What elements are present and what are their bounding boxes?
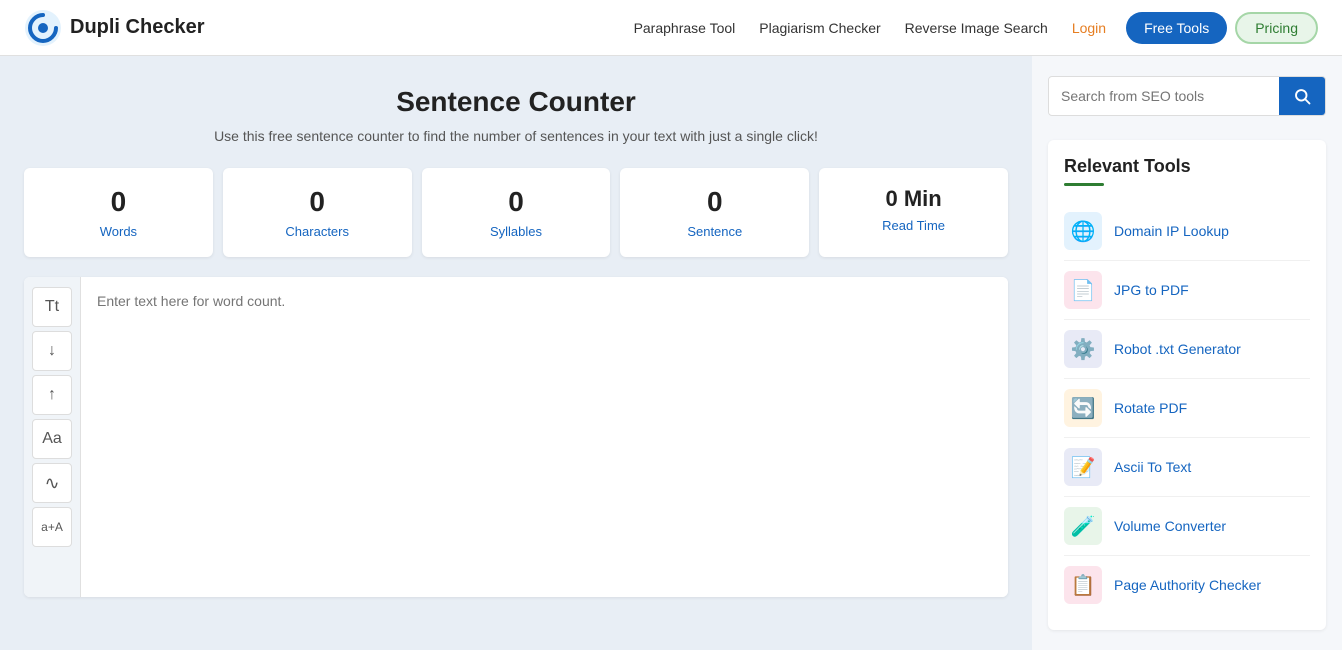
page-authority-checker-tool[interactable]: 📋 Page Authority Checker xyxy=(1064,556,1310,614)
case-button[interactable]: Aa xyxy=(32,419,72,459)
characters-label: Characters xyxy=(233,224,402,239)
search-icon xyxy=(1293,87,1311,105)
header: Dupli Checker Paraphrase Tool Plagiarism… xyxy=(0,0,1342,56)
pricing-button[interactable]: Pricing xyxy=(1235,12,1318,44)
relevant-tools-title: Relevant Tools xyxy=(1064,156,1310,177)
rotate-pdf-icon: 🔄 xyxy=(1064,389,1102,427)
decrease-button[interactable]: ↓ xyxy=(32,331,72,371)
sentence-stat-card: 0 Sentence xyxy=(620,168,809,257)
merge-button[interactable]: a+A xyxy=(32,507,72,547)
search-input[interactable] xyxy=(1049,78,1279,114)
main-layout: Sentence Counter Use this free sentence … xyxy=(0,56,1342,650)
font-size-button[interactable]: Tt xyxy=(32,287,72,327)
page-title: Sentence Counter xyxy=(24,86,1008,118)
syllables-stat-card: 0 Syllables xyxy=(422,168,611,257)
robot-txt-label: Robot .txt Generator xyxy=(1114,341,1241,357)
free-tools-button[interactable]: Free Tools xyxy=(1126,12,1227,44)
plagiarism-checker-link[interactable]: Plagiarism Checker xyxy=(759,20,880,36)
domain-ip-lookup-tool[interactable]: 🌐 Domain IP Lookup xyxy=(1064,202,1310,261)
rotate-pdf-tool[interactable]: 🔄 Rotate PDF xyxy=(1064,379,1310,438)
logo-area: Dupli Checker xyxy=(24,9,204,47)
ascii-to-text-label: Ascii To Text xyxy=(1114,459,1191,475)
robot-txt-icon: ⚙️ xyxy=(1064,330,1102,368)
page-subtitle: Use this free sentence counter to find t… xyxy=(24,128,1008,144)
editor-toolbar: Tt ↓ ↑ Aa ∿ a+A xyxy=(24,277,81,597)
jpg-to-pdf-label: JPG to PDF xyxy=(1114,282,1189,298)
domain-ip-icon: 🌐 xyxy=(1064,212,1102,250)
words-value: 0 xyxy=(34,186,203,218)
logo-text: Dupli Checker xyxy=(70,16,204,39)
logo-icon xyxy=(24,9,62,47)
read-time-value: 0 Min xyxy=(829,186,998,212)
relevant-underline xyxy=(1064,183,1104,186)
rotate-pdf-label: Rotate PDF xyxy=(1114,400,1187,416)
robot-txt-generator-tool[interactable]: ⚙️ Robot .txt Generator xyxy=(1064,320,1310,379)
left-content: Sentence Counter Use this free sentence … xyxy=(0,56,1032,650)
volume-converter-tool[interactable]: 🧪 Volume Converter xyxy=(1064,497,1310,556)
page-authority-label: Page Authority Checker xyxy=(1114,577,1261,593)
syllables-value: 0 xyxy=(432,186,601,218)
words-label: Words xyxy=(34,224,203,239)
special-button[interactable]: ∿ xyxy=(32,463,72,503)
paraphrase-tool-link[interactable]: Paraphrase Tool xyxy=(634,20,736,36)
syllables-label: Syllables xyxy=(432,224,601,239)
read-time-stat-card: 0 Min Read Time xyxy=(819,168,1008,257)
search-box xyxy=(1048,76,1326,116)
domain-ip-label: Domain IP Lookup xyxy=(1114,223,1229,239)
nav-links: Paraphrase Tool Plagiarism Checker Rever… xyxy=(634,20,1107,36)
sidebar: Relevant Tools 🌐 Domain IP Lookup 📄 JPG … xyxy=(1032,56,1342,650)
search-button[interactable] xyxy=(1279,77,1325,115)
jpg-to-pdf-tool[interactable]: 📄 JPG to PDF xyxy=(1064,261,1310,320)
characters-value: 0 xyxy=(233,186,402,218)
text-input[interactable] xyxy=(81,277,1008,597)
ascii-to-text-tool[interactable]: 📝 Ascii To Text xyxy=(1064,438,1310,497)
increase-button[interactable]: ↑ xyxy=(32,375,72,415)
login-link[interactable]: Login xyxy=(1072,20,1106,36)
read-time-label: Read Time xyxy=(829,218,998,233)
relevant-tools-section: Relevant Tools 🌐 Domain IP Lookup 📄 JPG … xyxy=(1048,140,1326,630)
words-stat-card: 0 Words xyxy=(24,168,213,257)
volume-converter-icon: 🧪 xyxy=(1064,507,1102,545)
stats-row: 0 Words 0 Characters 0 Syllables 0 Sente… xyxy=(24,168,1008,257)
characters-stat-card: 0 Characters xyxy=(223,168,412,257)
volume-converter-label: Volume Converter xyxy=(1114,518,1226,534)
sentence-value: 0 xyxy=(630,186,799,218)
editor-area: Tt ↓ ↑ Aa ∿ a+A xyxy=(24,277,1008,597)
sentence-label: Sentence xyxy=(630,224,799,239)
ascii-to-text-icon: 📝 xyxy=(1064,448,1102,486)
page-authority-icon: 📋 xyxy=(1064,566,1102,604)
reverse-image-search-link[interactable]: Reverse Image Search xyxy=(905,20,1048,36)
jpg-to-pdf-icon: 📄 xyxy=(1064,271,1102,309)
